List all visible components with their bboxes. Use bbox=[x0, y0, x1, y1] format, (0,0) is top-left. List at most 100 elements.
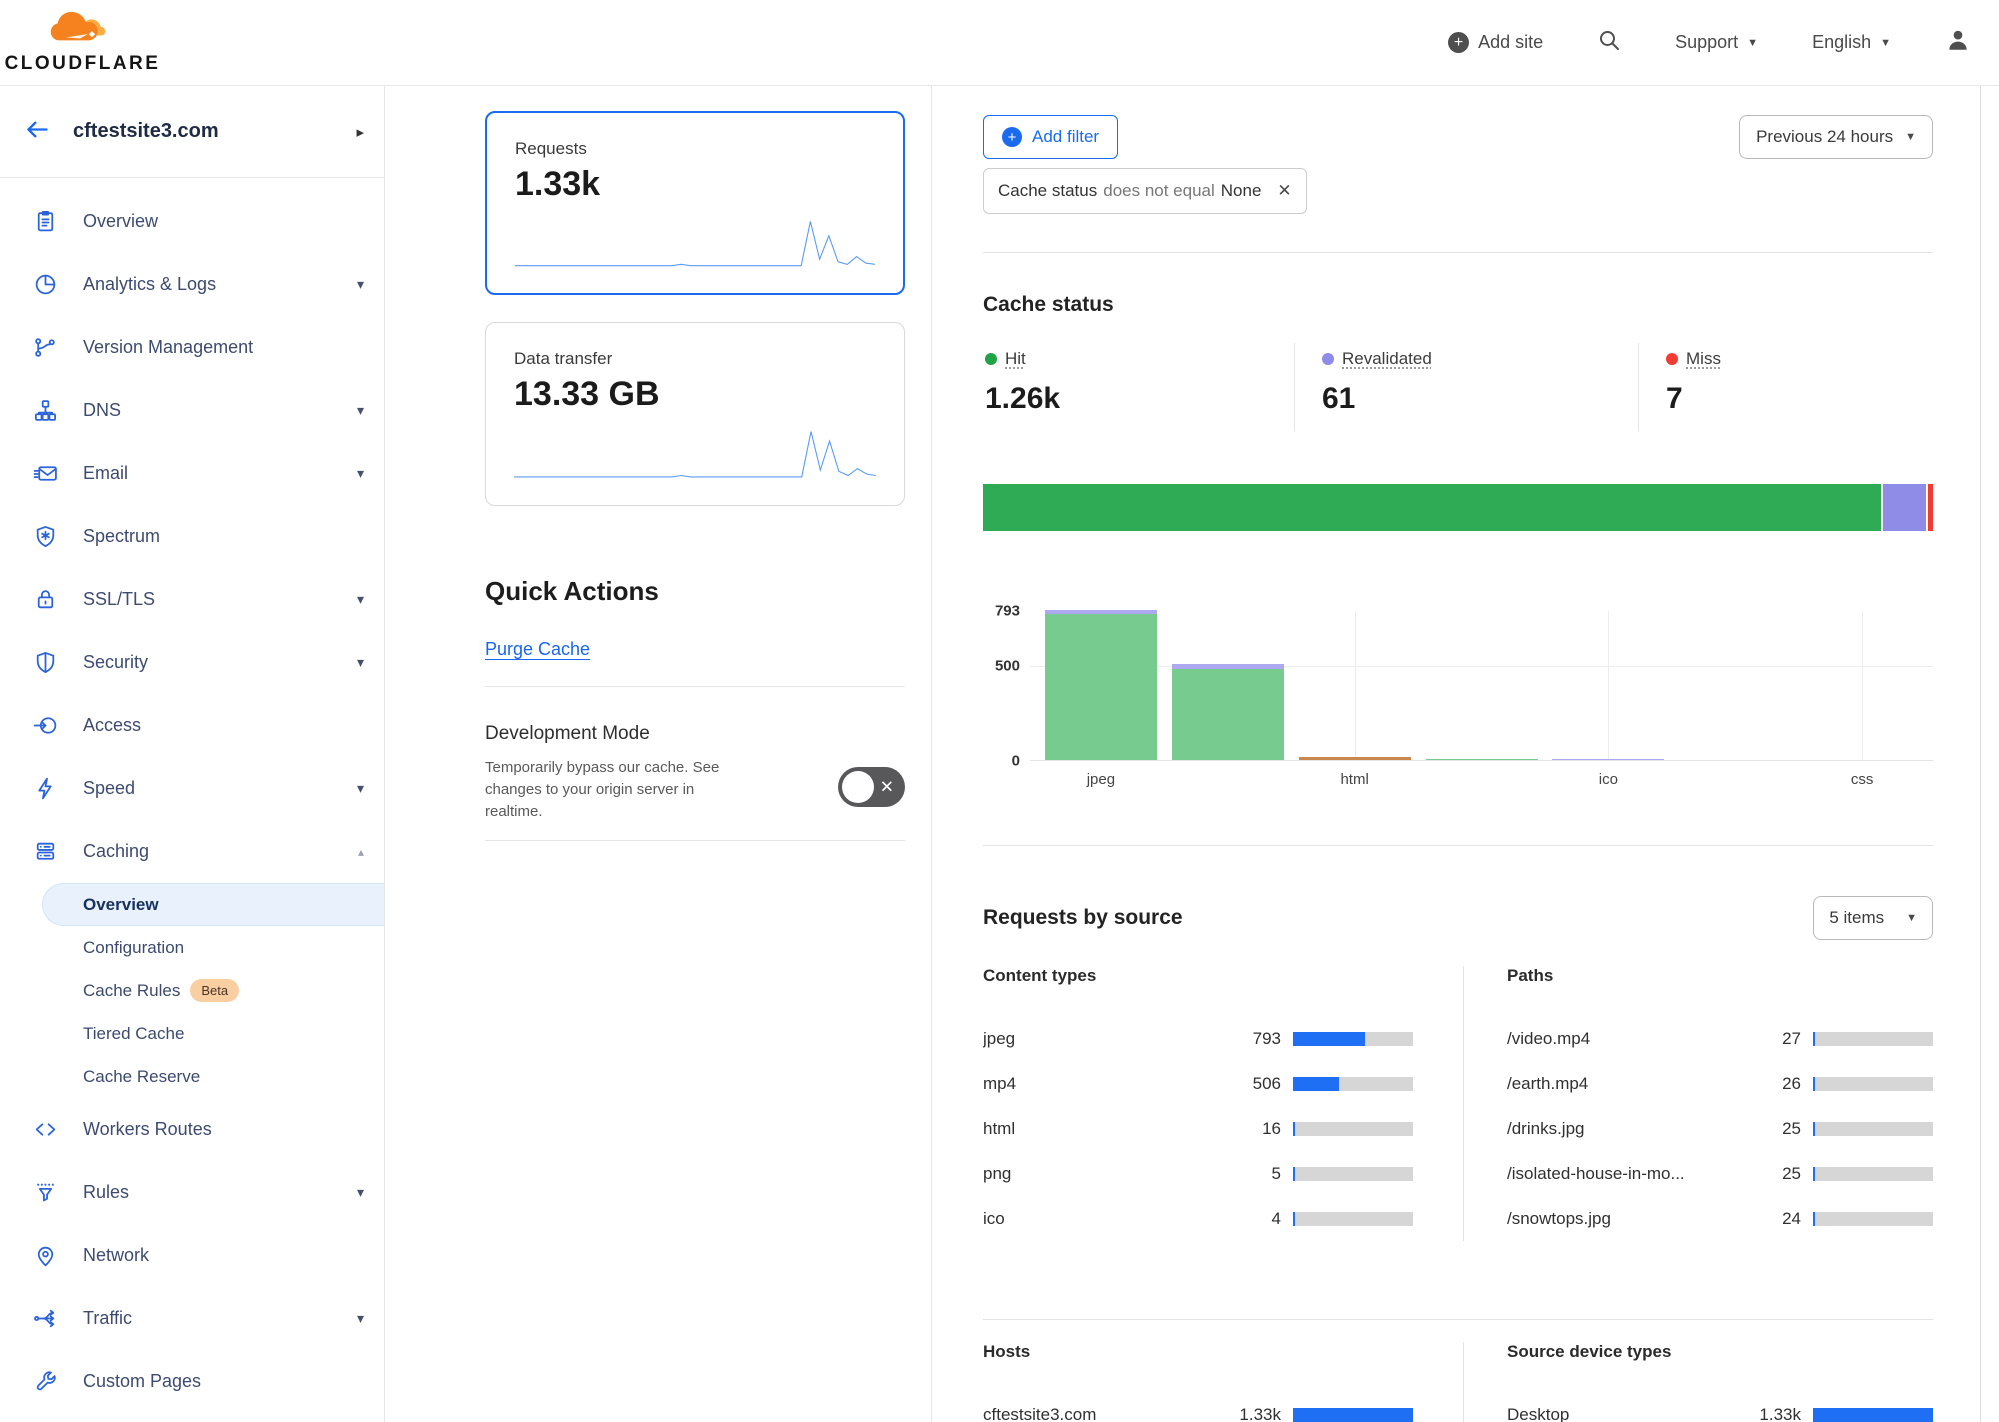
filter-chip: Cache status does not equal None ✕ bbox=[983, 168, 1307, 214]
distribution-segment-miss bbox=[1928, 484, 1933, 531]
search-icon bbox=[1597, 28, 1621, 57]
requests-card[interactable]: Requests 1.33k bbox=[485, 111, 905, 295]
sidebar-item-dns[interactable]: DNS ▾ bbox=[0, 379, 384, 442]
account-button[interactable] bbox=[1945, 27, 1971, 58]
table-row[interactable]: /snowtops.jpg 24 bbox=[1507, 1196, 1933, 1241]
filter-left: + Add filter Cache status does not equal… bbox=[983, 115, 1307, 214]
purge-cache-link[interactable]: Purge Cache bbox=[485, 639, 590, 660]
sidebar-item-overview[interactable]: Overview bbox=[0, 190, 384, 253]
table-row[interactable]: /drinks.jpg 25 bbox=[1507, 1106, 1933, 1151]
sidebar-item-custom-pages[interactable]: Custom Pages bbox=[0, 1350, 384, 1413]
version-management-icon bbox=[32, 335, 58, 361]
sidebar-item-caching[interactable]: Caching ▴ bbox=[0, 820, 384, 883]
spectrum-icon bbox=[32, 524, 58, 550]
chart-x-axis: jpeg html ico css bbox=[1030, 761, 1933, 793]
time-range-selector[interactable]: Previous 24 hours ▼ bbox=[1739, 115, 1933, 159]
chevron-right-icon[interactable]: ▸ bbox=[356, 123, 364, 141]
access-icon bbox=[32, 713, 58, 739]
x-axis-label: css bbox=[1851, 771, 1874, 788]
sidebar-item-speed[interactable]: Speed ▾ bbox=[0, 757, 384, 820]
chart-y-axis: 7935000 bbox=[983, 611, 1030, 761]
chevron-up-icon: ▴ bbox=[358, 845, 364, 859]
sidebar-subitem-tiered-cache[interactable]: Tiered Cache bbox=[0, 1012, 384, 1055]
cache-status-bar-chart: 7935000 jpeg html ico css bbox=[983, 611, 1933, 793]
stat-revalidated-label[interactable]: Revalidated bbox=[1342, 349, 1432, 369]
stacked-bar[interactable] bbox=[1426, 759, 1538, 761]
add-site-button[interactable]: + Add site bbox=[1448, 32, 1543, 53]
table-row[interactable]: ico 4 bbox=[983, 1196, 1413, 1241]
toggle-off-x-icon: ✕ bbox=[880, 779, 894, 796]
stat-hit: Hit 1.26k bbox=[983, 343, 1294, 431]
chevron-down-icon: ▾ bbox=[357, 402, 364, 419]
scroll-edge bbox=[1980, 86, 1981, 1422]
sidebar-subitem-configuration[interactable]: Configuration bbox=[0, 926, 384, 969]
back-arrow-icon[interactable] bbox=[24, 116, 51, 148]
x-axis-label: ico bbox=[1599, 771, 1618, 788]
search-button[interactable] bbox=[1597, 28, 1621, 57]
stacked-bar[interactable] bbox=[1172, 664, 1284, 760]
development-mode-toggle[interactable]: ✕ bbox=[838, 767, 905, 807]
sidebar-subitem-cache-reserve[interactable]: Cache Reserve bbox=[0, 1055, 384, 1098]
site-name: cftestsite3.com bbox=[73, 120, 219, 143]
table-row[interactable]: cftestsite3.com 1.33k bbox=[983, 1392, 1413, 1422]
chevron-down-icon: ▾ bbox=[357, 465, 364, 482]
chevron-down-icon: ▾ bbox=[357, 591, 364, 608]
table-row[interactable]: /isolated-house-in-mo... 25 bbox=[1507, 1151, 1933, 1196]
sidebar-item-network[interactable]: Network bbox=[0, 1224, 384, 1287]
page-content: cftestsite3.com ▸ Overview Analytics & L… bbox=[0, 86, 1999, 1422]
support-menu[interactable]: Support ▼ bbox=[1675, 32, 1758, 53]
sidebar-subitem-cache-rules[interactable]: Cache Rules Beta bbox=[0, 969, 384, 1012]
sidebar-item-email[interactable]: Email ▾ bbox=[0, 442, 384, 505]
development-mode-row: Temporarily bypass our cache. See change… bbox=[485, 757, 905, 822]
divider bbox=[983, 845, 1933, 846]
analytics-panel: + Add filter Cache status does not equal… bbox=[932, 86, 1999, 1422]
usage-bar bbox=[1813, 1212, 1933, 1226]
add-filter-button[interactable]: + Add filter bbox=[983, 115, 1118, 159]
sidebar-item-security[interactable]: Security ▾ bbox=[0, 631, 384, 694]
table-row[interactable]: /video.mp4 27 bbox=[1507, 1016, 1933, 1061]
divider bbox=[485, 686, 905, 687]
cloudflare-dashboard: CLOUDFLARE + Add site Support ▼ English bbox=[0, 0, 1999, 1422]
stacked-bar[interactable] bbox=[1299, 757, 1411, 760]
sidebar-item-ssl-tls[interactable]: SSL/TLS ▾ bbox=[0, 568, 384, 631]
requests-card-label: Requests bbox=[515, 139, 875, 159]
cloudflare-logo[interactable]: CLOUDFLARE bbox=[20, 10, 145, 75]
requests-by-source-title: Requests by source bbox=[983, 906, 1183, 930]
divider bbox=[485, 840, 905, 841]
table-row[interactable]: mp4 506 bbox=[983, 1061, 1413, 1106]
sidebar-item-analytics-logs[interactable]: Analytics & Logs ▾ bbox=[0, 253, 384, 316]
usage-bar bbox=[1813, 1167, 1933, 1181]
usage-bar bbox=[1293, 1032, 1413, 1046]
stat-miss-label[interactable]: Miss bbox=[1686, 349, 1721, 369]
language-menu[interactable]: English ▼ bbox=[1812, 32, 1891, 53]
sidebar-item-version-management[interactable]: Version Management bbox=[0, 316, 384, 379]
x-axis-label: jpeg bbox=[1087, 771, 1115, 788]
sidebar-item-traffic[interactable]: Traffic ▾ bbox=[0, 1287, 384, 1350]
content-types-title: Content types bbox=[983, 966, 1413, 986]
sidebar-item-spectrum[interactable]: Spectrum bbox=[0, 505, 384, 568]
table-row[interactable]: jpeg 793 bbox=[983, 1016, 1413, 1061]
sidebar-subitem-caching-overview[interactable]: Overview bbox=[42, 883, 384, 926]
remove-filter-icon[interactable]: ✕ bbox=[1277, 181, 1291, 201]
table-row[interactable]: png 5 bbox=[983, 1151, 1413, 1196]
sidebar-item-access[interactable]: Access bbox=[0, 694, 384, 757]
table-row[interactable]: html 16 bbox=[983, 1106, 1413, 1151]
paths-table: Paths /video.mp4 27 /earth.mp4 26 /drink… bbox=[1464, 966, 1933, 1241]
stat-hit-label[interactable]: Hit bbox=[1005, 349, 1026, 369]
data-transfer-card[interactable]: Data transfer 13.33 GB bbox=[485, 322, 905, 506]
sidebar-item-workers-routes[interactable]: Workers Routes bbox=[0, 1098, 384, 1161]
x-axis-label: html bbox=[1340, 771, 1368, 788]
stacked-bar[interactable] bbox=[1552, 759, 1664, 761]
cache-status-distribution-bar bbox=[983, 484, 1933, 531]
items-count-selector[interactable]: 5 items ▼ bbox=[1813, 896, 1933, 940]
table-row[interactable]: Desktop 1.33k bbox=[1507, 1392, 1933, 1422]
stacked-bar[interactable] bbox=[1045, 610, 1157, 760]
summary-column: Requests 1.33k Data transfer 13.33 GB Qu… bbox=[385, 86, 932, 1422]
data-transfer-sparkline-chart bbox=[514, 428, 876, 480]
lightning-icon bbox=[32, 776, 58, 802]
hosts-title: Hosts bbox=[983, 1342, 1413, 1362]
sidebar-item-rules[interactable]: Rules ▾ bbox=[0, 1161, 384, 1224]
table-row[interactable]: /earth.mp4 26 bbox=[1507, 1061, 1933, 1106]
development-mode-title: Development Mode bbox=[485, 723, 931, 745]
lock-icon bbox=[32, 587, 58, 613]
